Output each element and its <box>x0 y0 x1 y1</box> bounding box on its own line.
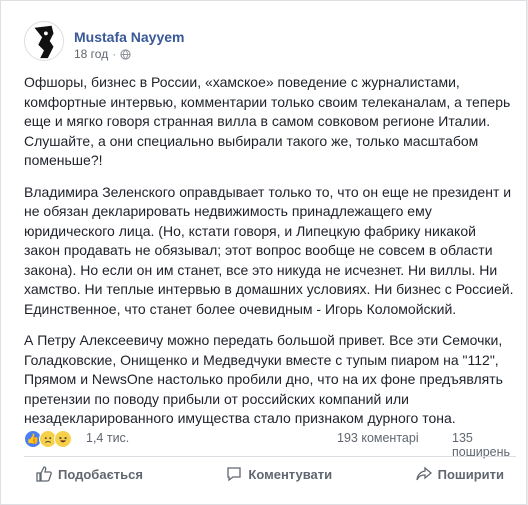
thumbs-up-icon <box>36 466 52 482</box>
post-paragraph: А Петру Алексеевичу можно передать больш… <box>24 332 503 426</box>
post-meta: 18 год · <box>74 47 131 61</box>
post-actions: Подобається Коментувати Поширити <box>24 459 516 489</box>
post-time[interactable]: 18 год <box>74 47 108 61</box>
comment-count[interactable]: 193 коментарі <box>337 431 419 445</box>
post-paragraph: Офшоры, бизнес в России, «хамское» повед… <box>24 74 511 168</box>
share-label: Поширити <box>437 466 504 482</box>
share-icon <box>415 466 432 481</box>
share-count[interactable]: 135 поширень <box>452 431 516 459</box>
post-text: Офшоры, бизнес в России, «хамское» повед… <box>24 73 514 441</box>
post-header: Mustafa Nayyem 18 год · <box>24 21 516 67</box>
author-avatar[interactable] <box>24 21 64 61</box>
meta-separator: · <box>112 47 117 61</box>
comment-label: Коментувати <box>248 466 333 482</box>
haha-icon <box>54 430 72 448</box>
like-label: Подобається <box>58 466 143 482</box>
reaction-count[interactable]: 1,4 тис. <box>86 431 129 445</box>
post-card: Mustafa Nayyem 18 год · Офшоры, бизнес в… <box>0 0 527 505</box>
actions-divider <box>24 456 516 457</box>
globe-icon <box>120 48 131 60</box>
comment-icon <box>227 467 242 482</box>
share-button[interactable]: Поширити <box>404 459 516 489</box>
post-paragraph: Владимира Зеленского оправдывает только … <box>24 183 514 317</box>
reactions-bar: 👍 1,4 тис. 193 коментарі 135 поширень <box>24 426 516 459</box>
author-name[interactable]: Mustafa Nayyem <box>74 29 185 45</box>
reaction-icons[interactable]: 👍 <box>24 430 72 448</box>
comment-button[interactable]: Коментувати <box>214 459 344 489</box>
like-button[interactable]: Подобається <box>24 459 155 489</box>
